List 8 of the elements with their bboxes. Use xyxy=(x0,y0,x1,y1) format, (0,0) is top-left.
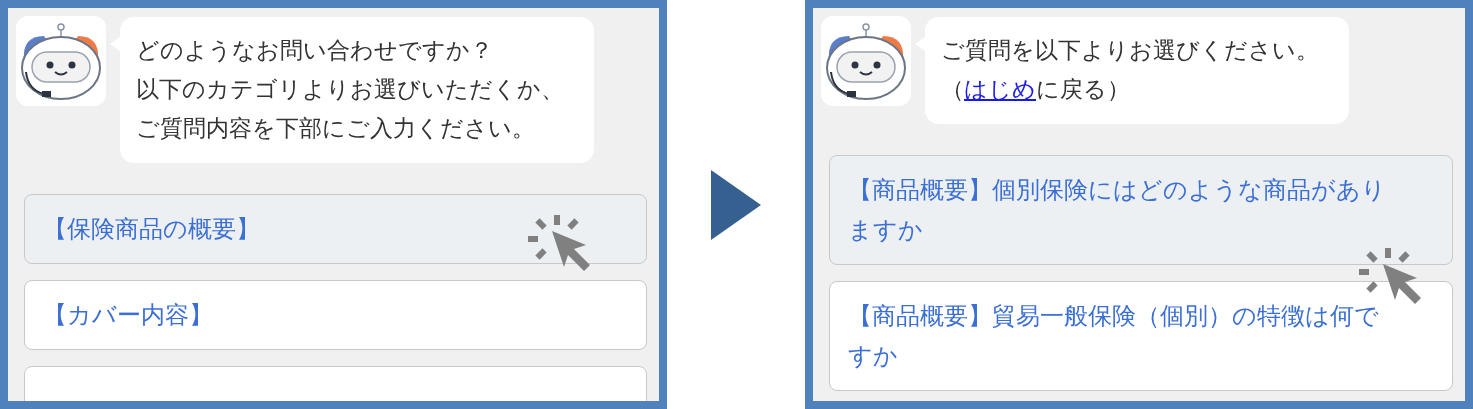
right-arrow-icon xyxy=(711,170,761,240)
bot-message: ご質問を以下よりお選びください。 （はじめに戻る） xyxy=(925,17,1349,124)
restart-link[interactable]: はじめ xyxy=(964,76,1036,102)
bot-message: どのようなお問い合わせですか？ 以下のカテゴリよりお選びいただくか、 ご質問内容を下部にご入力ください。 xyxy=(120,17,594,163)
option-button[interactable]: 【商品概要】貿易一般保険（個別）の特徴は何ですか xyxy=(829,281,1453,391)
robot-avatar-icon xyxy=(821,16,911,106)
option-button[interactable]: 【カバー内容】 xyxy=(24,280,647,350)
robot-avatar-icon xyxy=(16,16,106,106)
